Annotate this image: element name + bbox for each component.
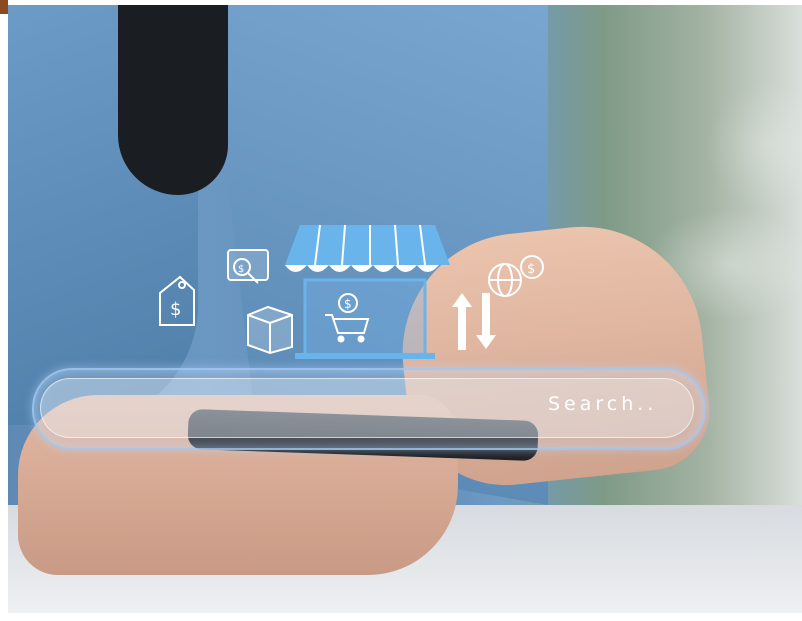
globe-dollar-icon: $ xyxy=(488,255,544,297)
box-icon xyxy=(247,305,293,355)
search-placeholder: Search.. xyxy=(548,393,658,415)
price-tag-dollar-icon: $ xyxy=(159,275,195,326)
holographic-icons: $ $ $ $ xyxy=(159,224,544,359)
corner-mark xyxy=(0,0,8,14)
image-frame: $ $ $ $ Search.. xyxy=(0,0,802,621)
inner-shirt xyxy=(118,5,228,195)
svg-text:$: $ xyxy=(170,299,181,320)
up-down-arrows-icon xyxy=(452,293,496,350)
laptop-dollar-search-icon: $ xyxy=(227,249,269,284)
svg-text:$: $ xyxy=(527,262,535,277)
storefront-icon xyxy=(285,224,450,359)
svg-text:$: $ xyxy=(238,264,244,275)
svg-text:$: $ xyxy=(344,297,352,311)
